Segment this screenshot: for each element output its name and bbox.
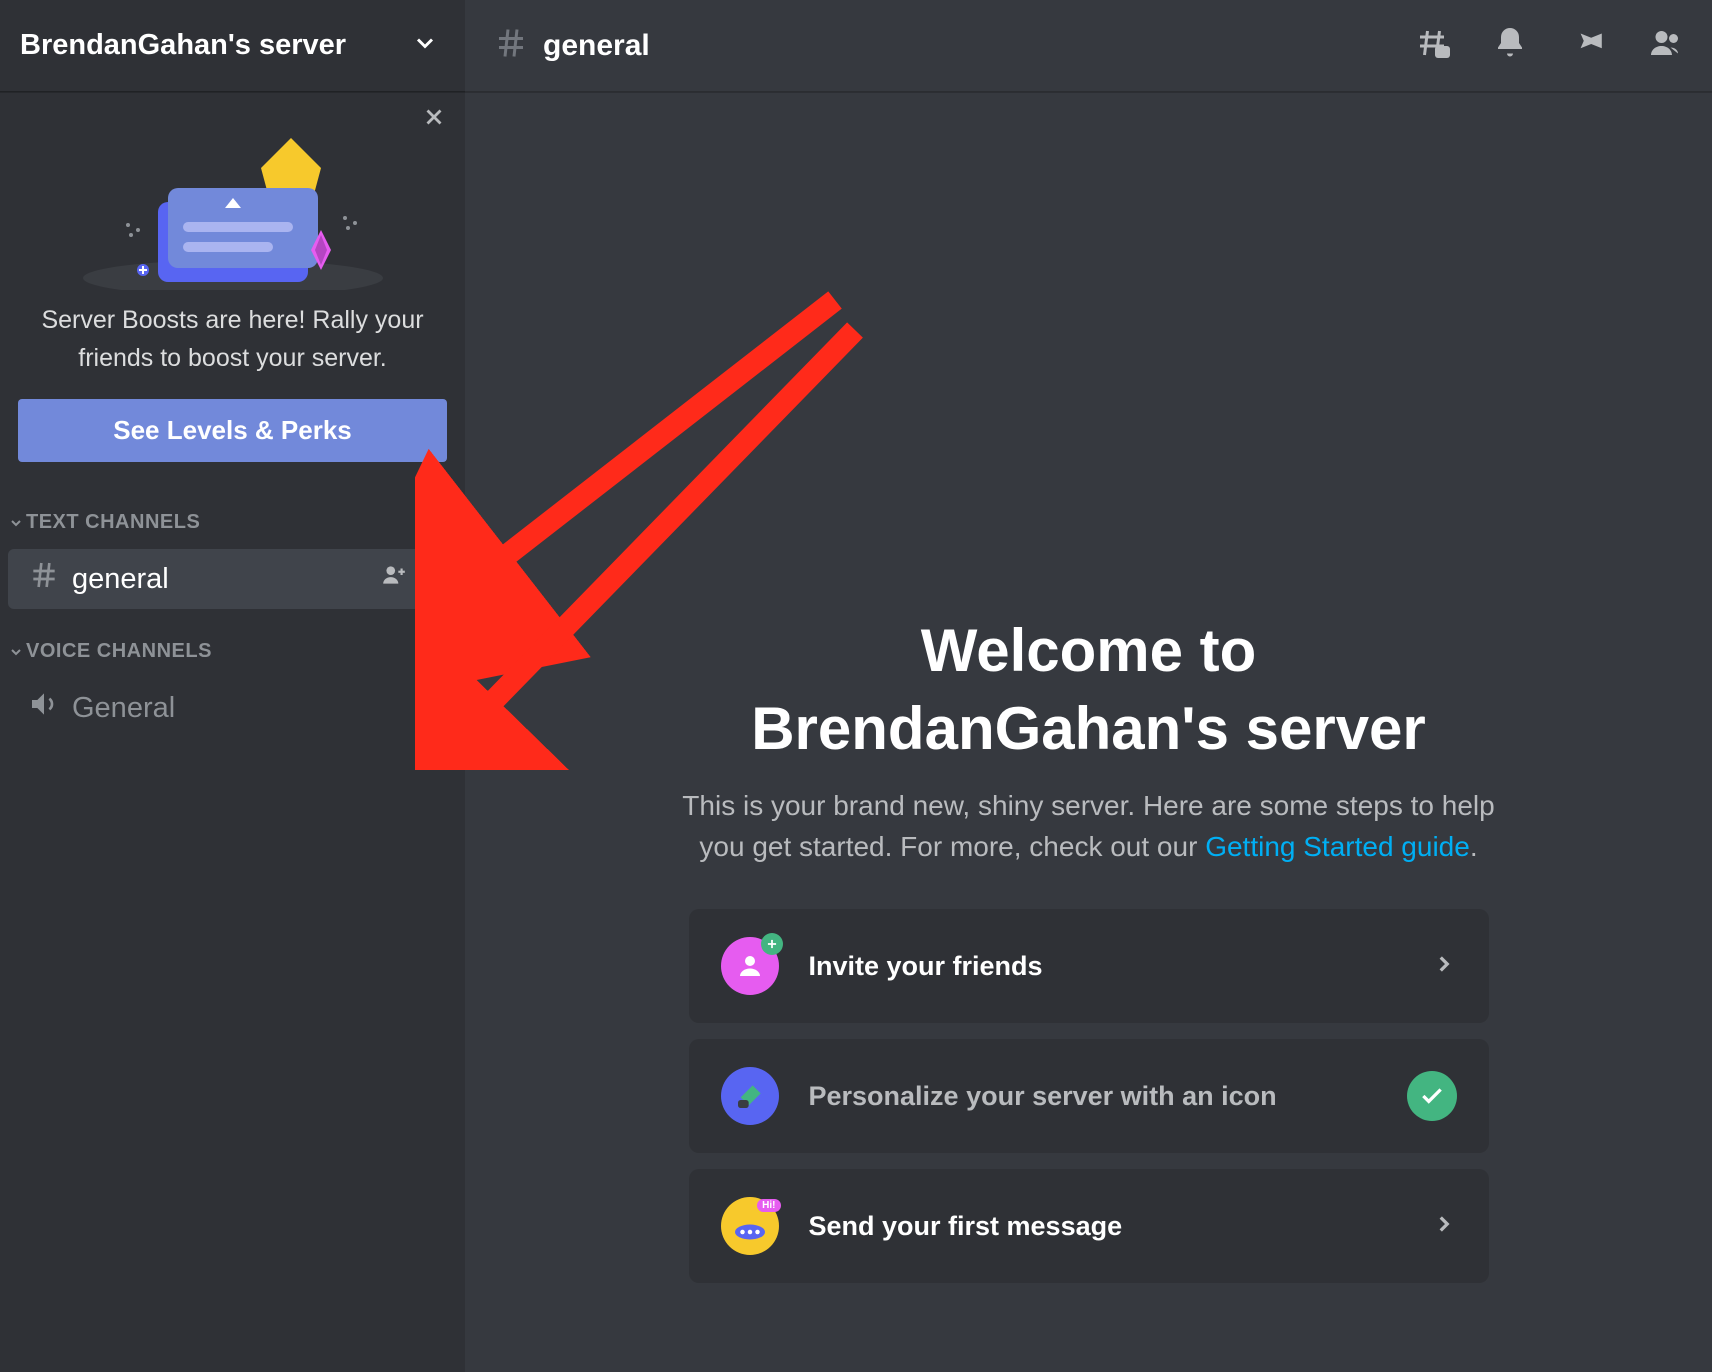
hash-icon	[493, 25, 529, 66]
members-icon[interactable]	[1648, 25, 1684, 66]
create-invite-icon[interactable]	[381, 562, 407, 596]
threads-icon[interactable]	[1414, 25, 1450, 66]
chevron-right-icon	[1431, 1211, 1457, 1242]
chat-icon: Hi!	[721, 1197, 779, 1255]
card-label: Send your first message	[809, 1211, 1431, 1242]
welcome-title: Welcome to BrendanGahan's server	[751, 612, 1426, 768]
toolbar-icons	[1414, 25, 1684, 66]
channel-text-general[interactable]: general	[8, 549, 457, 609]
welcome-subtitle: This is your brand new, shiny server. He…	[679, 786, 1499, 867]
gear-icon[interactable]	[417, 562, 443, 596]
channel-name: general	[72, 563, 381, 596]
text-channels-header: TEXT CHANNELS	[0, 482, 465, 547]
boost-text: Server Boosts are here! Rally your frien…	[18, 302, 447, 377]
add-voice-channel-icon[interactable]	[417, 635, 445, 668]
boost-levels-button[interactable]: See Levels & Perks	[18, 399, 447, 462]
chevron-down-icon	[411, 29, 439, 62]
text-channels-title[interactable]: TEXT CHANNELS	[8, 511, 200, 534]
card-personalize[interactable]: Personalize your server with an icon	[689, 1039, 1489, 1153]
channel-actions	[381, 562, 443, 596]
pin-icon[interactable]	[1570, 25, 1606, 66]
channel-voice-general[interactable]: General	[8, 678, 457, 738]
card-label: Invite your friends	[809, 951, 1431, 982]
card-invite-friends[interactable]: Invite your friends	[689, 909, 1489, 1023]
server-header[interactable]: BrendanGahan's server	[0, 0, 465, 92]
boost-illustration	[18, 110, 447, 290]
getting-started-link[interactable]: Getting Started guide	[1205, 831, 1470, 862]
hash-icon	[28, 559, 60, 599]
speaker-icon	[28, 688, 60, 728]
app-root: BrendanGahan's server	[0, 0, 1712, 1372]
voice-channels-header: VOICE CHANNELS	[0, 611, 465, 676]
card-first-message[interactable]: Hi! Send your first message	[689, 1169, 1489, 1283]
welcome-screen: Welcome to BrendanGahan's server This is…	[465, 92, 1712, 1372]
card-label: Personalize your server with an icon	[809, 1081, 1407, 1112]
paintbrush-icon	[721, 1067, 779, 1125]
current-channel-name: general	[543, 29, 650, 63]
boost-card: Server Boosts are here! Rally your frien…	[0, 92, 465, 482]
invite-icon	[721, 937, 779, 995]
channel-title: general	[493, 25, 1414, 66]
chevron-right-icon	[1431, 951, 1457, 982]
main-area: general Welcome to BrendanGah	[465, 0, 1712, 1372]
channel-name: General	[72, 692, 443, 725]
voice-channels-title[interactable]: VOICE CHANNELS	[8, 640, 212, 663]
channel-sidebar: BrendanGahan's server	[0, 0, 465, 1372]
server-name: BrendanGahan's server	[20, 29, 346, 62]
add-text-channel-icon[interactable]	[417, 506, 445, 539]
bell-icon[interactable]	[1492, 25, 1528, 66]
check-icon	[1407, 1071, 1457, 1121]
channel-top-bar: general	[465, 0, 1712, 92]
